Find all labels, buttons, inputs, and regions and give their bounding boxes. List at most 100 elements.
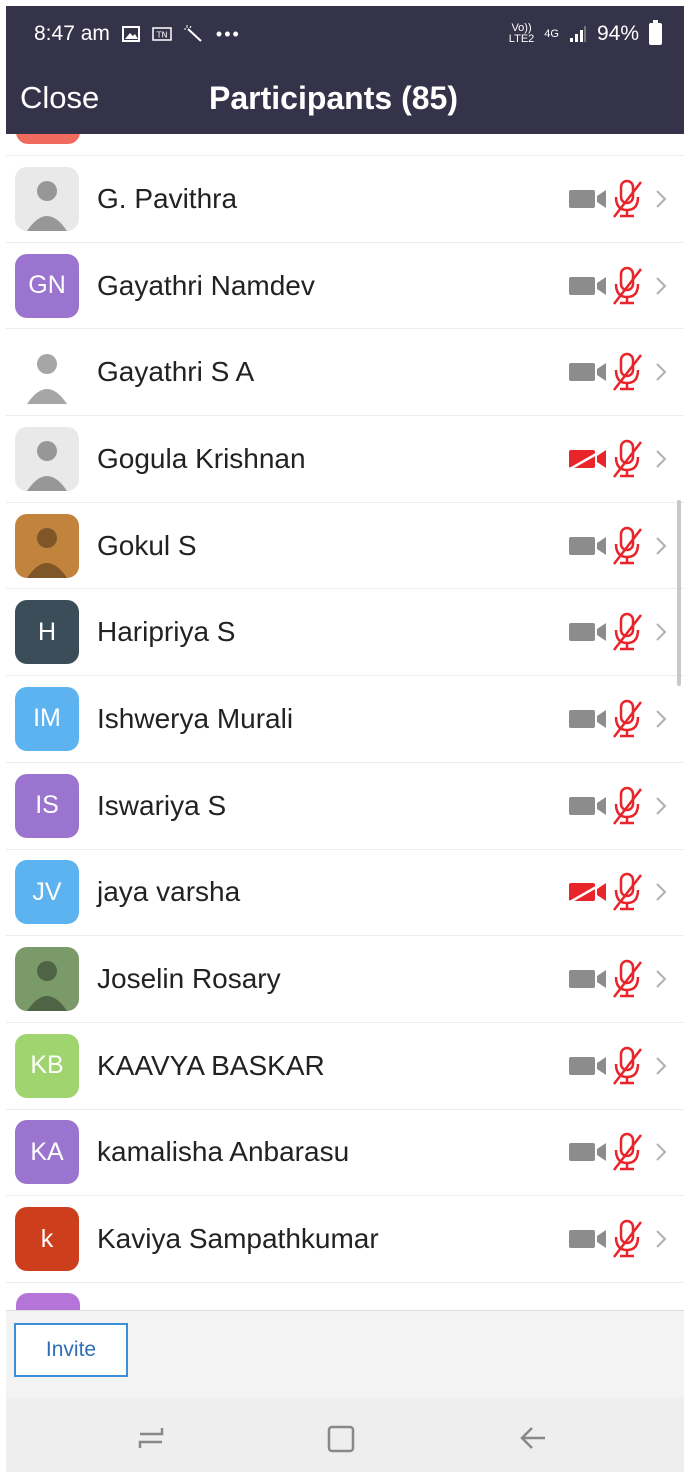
avatar-initials: H bbox=[37, 617, 57, 646]
avatar-photo bbox=[27, 527, 67, 578]
chevron-right-icon[interactable] bbox=[654, 620, 668, 644]
close-button[interactable]: Close bbox=[20, 80, 99, 116]
avatar bbox=[15, 166, 79, 231]
avatar: KA bbox=[15, 1120, 79, 1185]
mic-muted-icon bbox=[613, 959, 642, 998]
mic-muted-icon bbox=[613, 266, 642, 305]
mic-muted-icon bbox=[613, 179, 642, 218]
participant-row[interactable]: Gayathri S A bbox=[6, 329, 684, 417]
avatar: IM bbox=[15, 686, 79, 751]
video-icon bbox=[569, 276, 606, 295]
chevron-right-icon[interactable] bbox=[654, 360, 668, 384]
chevron-right-icon[interactable] bbox=[654, 274, 668, 298]
back-icon[interactable] bbox=[518, 1424, 548, 1452]
participant-name: G. Pavithra bbox=[97, 182, 238, 214]
list-item-partial[interactable] bbox=[6, 134, 684, 156]
participant-name: Gayathri S A bbox=[97, 356, 255, 388]
clock: 8:47 am bbox=[34, 22, 110, 45]
participant-row[interactable]: Gokul S bbox=[6, 503, 684, 590]
video-icon bbox=[569, 1143, 606, 1162]
avatar bbox=[16, 134, 80, 144]
avatar-initials: IS bbox=[35, 791, 59, 820]
participant-row[interactable]: JV jaya varsha bbox=[6, 850, 684, 937]
video-icon bbox=[569, 1230, 606, 1249]
avatar: IS bbox=[15, 773, 79, 838]
avatar bbox=[15, 426, 79, 491]
video-icon bbox=[569, 536, 606, 555]
scrollbar[interactable] bbox=[677, 500, 681, 686]
participant-row[interactable]: Gogula Krishnan bbox=[6, 416, 684, 503]
invite-button[interactable]: Invite bbox=[14, 1323, 128, 1377]
participant-row[interactable]: G. Pavithra bbox=[6, 156, 684, 243]
participant-name: Kaviya Sampathkumar bbox=[97, 1223, 379, 1255]
chevron-right-icon[interactable] bbox=[654, 707, 668, 731]
avatar-initials: IM bbox=[33, 704, 61, 733]
participant-row[interactable]: GN Gayathri Namdev bbox=[6, 243, 684, 330]
video-icon bbox=[569, 709, 606, 728]
participant-row[interactable]: IM Ishwerya Murali bbox=[6, 676, 684, 763]
volte-indicator: Vo)) LTE2 bbox=[508, 22, 535, 45]
home-icon[interactable] bbox=[326, 1424, 356, 1454]
chevron-right-icon[interactable] bbox=[654, 967, 668, 991]
video-icon bbox=[569, 623, 606, 642]
avatar bbox=[15, 947, 79, 1012]
mic-muted-icon bbox=[613, 786, 642, 825]
mic-muted-icon bbox=[613, 613, 642, 652]
chevron-right-icon[interactable] bbox=[654, 534, 668, 558]
participant-row[interactable]: H Haripriya S bbox=[6, 589, 684, 677]
status-bar: 8:47 am TN ••• Vo)) LTE2 4G 94% bbox=[6, 6, 684, 62]
recent-apps-icon[interactable] bbox=[136, 1424, 166, 1452]
video-icon bbox=[569, 1056, 606, 1075]
mic-muted-icon bbox=[613, 873, 642, 912]
video-icon bbox=[569, 796, 606, 815]
participant-row[interactable]: k Kaviya Sampathkumar bbox=[6, 1196, 684, 1283]
video-icon bbox=[569, 363, 606, 382]
avatar: H bbox=[15, 600, 79, 665]
more-dots-icon: ••• bbox=[215, 23, 241, 44]
tn-icon: TN bbox=[152, 27, 172, 41]
battery-percent: 94% bbox=[596, 22, 639, 45]
avatar-initials: k bbox=[40, 1224, 54, 1253]
avatar-initials: KA bbox=[30, 1137, 64, 1166]
chevron-right-icon[interactable] bbox=[654, 1140, 668, 1164]
participant-list[interactable]: G. Pavithra GN Gayathri Namdev Gayathri S A… bbox=[6, 134, 684, 1310]
participant-row[interactable]: Joselin Rosary bbox=[6, 936, 684, 1023]
participant-name: KAAVYA BASKAR bbox=[97, 1049, 325, 1081]
participant-row[interactable]: IS Iswariya S bbox=[6, 763, 684, 850]
avatar bbox=[16, 1292, 80, 1310]
page-title: Participants (85) bbox=[209, 80, 458, 116]
chevron-right-icon[interactable] bbox=[654, 447, 668, 471]
chevron-right-icon[interactable] bbox=[654, 187, 668, 211]
system-nav-bar bbox=[6, 1398, 684, 1472]
mic-muted-icon bbox=[613, 1133, 642, 1172]
mic-muted-icon bbox=[613, 439, 642, 478]
video-off-icon bbox=[569, 447, 606, 470]
avatar-initials: KB bbox=[30, 1051, 64, 1080]
network-type: 4G bbox=[544, 27, 559, 40]
mic-muted-icon bbox=[613, 526, 642, 565]
mic-muted-icon bbox=[613, 352, 642, 391]
participant-row[interactable]: KB KAAVYA BASKAR bbox=[6, 1023, 684, 1110]
chevron-right-icon[interactable] bbox=[654, 1227, 668, 1251]
participant-name: Iswariya S bbox=[97, 789, 227, 821]
svg-text:TN: TN bbox=[155, 31, 167, 40]
list-item-partial[interactable] bbox=[6, 1283, 684, 1310]
video-off-icon bbox=[569, 881, 606, 904]
chevron-right-icon[interactable] bbox=[654, 1054, 668, 1078]
participant-row[interactable]: KA kamalisha Anbarasu bbox=[6, 1110, 684, 1197]
avatar-initials: JV bbox=[32, 877, 62, 906]
avatar-photo bbox=[27, 180, 67, 231]
video-icon bbox=[569, 189, 606, 208]
avatar: KB bbox=[15, 1033, 79, 1098]
avatar: GN bbox=[15, 253, 79, 318]
avatar bbox=[15, 513, 79, 578]
chevron-right-icon[interactable] bbox=[654, 880, 668, 904]
footer-bar: Invite bbox=[6, 1310, 684, 1398]
chevron-right-icon[interactable] bbox=[654, 794, 668, 818]
participant-name: jaya varsha bbox=[97, 876, 241, 908]
participant-name: Haripriya S bbox=[97, 616, 236, 648]
header: Close Participants (85) bbox=[6, 62, 684, 134]
mic-muted-icon bbox=[613, 1046, 642, 1085]
participant-name: Gogula Krishnan bbox=[97, 442, 306, 474]
avatar-photo bbox=[27, 961, 67, 1012]
